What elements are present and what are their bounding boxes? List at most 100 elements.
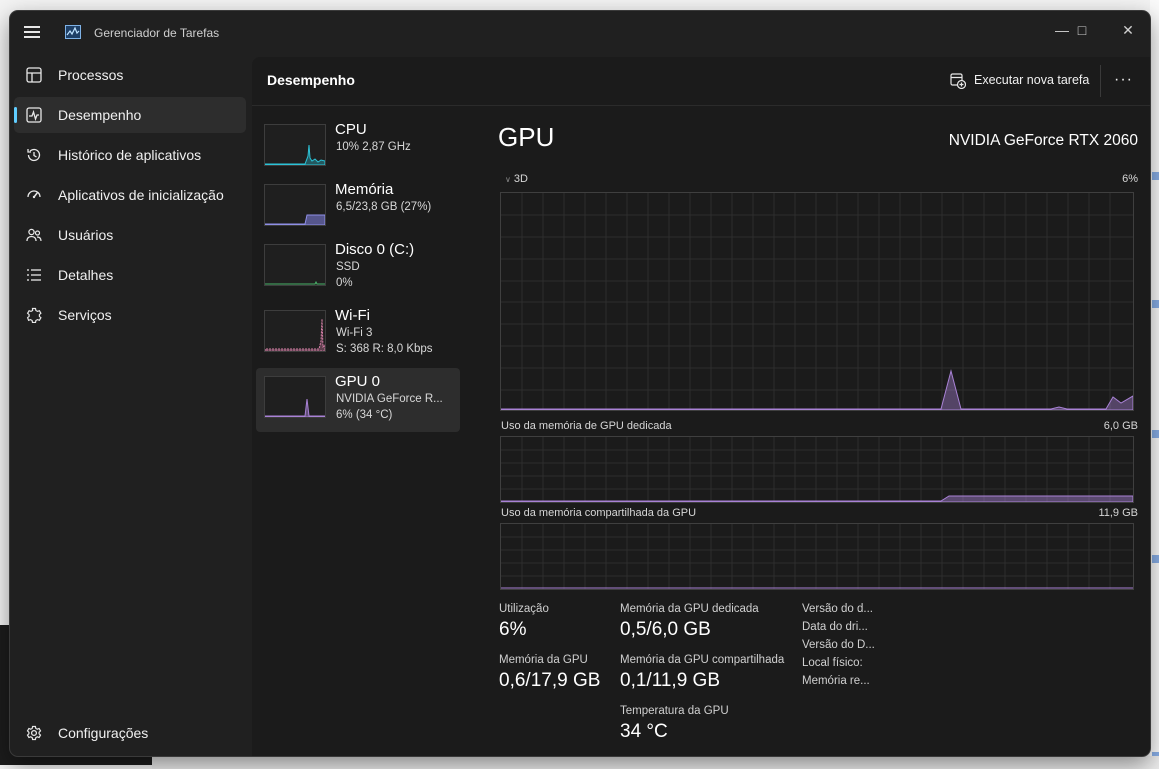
gpu-mini-graph (264, 376, 326, 418)
resource-item-gpu0[interactable]: GPU 0 NVIDIA GeForce R... 6% (34 °C) (256, 368, 460, 432)
resource-detail: 0% (336, 277, 353, 289)
resource-item-disco[interactable]: Disco 0 (C:) SSD 0% (256, 236, 460, 300)
run-task-label: Executar nova tarefa (974, 73, 1090, 87)
maximize-button[interactable]: □ (1064, 17, 1100, 43)
sidebar-item-processos[interactable]: Processos (14, 57, 246, 93)
sidebar-item-label: Serviços (58, 307, 112, 323)
shared-memory-graph (500, 523, 1134, 590)
main-header: Desempenho Executar nova tarefa ··· (252, 57, 1150, 106)
gpu-3d-graph-svg (501, 193, 1133, 410)
sidebar-item-historico[interactable]: Histórico de aplicativos (14, 137, 246, 173)
directx-version-label: Versão do D... (802, 639, 875, 651)
sidebar-item-label: Processos (58, 67, 124, 83)
title-bar: Gerenciador de Tarefas — □ ✕ (10, 11, 1150, 55)
resource-name: Disco 0 (C:) (335, 241, 415, 258)
sidebar-item-servicos[interactable]: Serviços (14, 297, 246, 333)
resource-detail: S: 368 R: 8,0 Kbps (336, 343, 433, 355)
gpu-memory-label: Memória da GPU (499, 654, 588, 666)
hamburger-menu-icon[interactable] (24, 26, 40, 38)
gpu-temperature-value: 34 °C (620, 721, 668, 742)
main-panel: Desempenho Executar nova tarefa ··· CPU … (252, 57, 1150, 756)
history-icon (27, 148, 41, 162)
resource-detail: 10% 2,87 GHz (336, 141, 411, 153)
resource-item-cpu[interactable]: CPU 10% 2,87 GHz (256, 116, 460, 180)
gpu-model-name: NVIDIA GeForce RTX 2060 (948, 132, 1138, 149)
driver-date-label: Data do dri... (802, 621, 868, 633)
gear-icon (26, 725, 42, 741)
services-icon (26, 307, 42, 323)
gpu-mini-graph-svg (265, 398, 325, 417)
shared-graph-label: Uso da memória compartilhada da GPU (501, 507, 697, 519)
resource-name: Memória (335, 181, 394, 198)
sidebar-item-inicializacao[interactable]: Aplicativos de inicialização (14, 177, 246, 213)
sidebar-item-label: Aplicativos de inicialização (58, 187, 224, 203)
dedicated-memory-graph-svg (501, 437, 1133, 502)
resource-item-wifi[interactable]: Wi-Fi Wi-Fi 3 S: 368 R: 8,0 Kbps (256, 302, 460, 366)
engine-graph-max: 6% (1122, 173, 1138, 185)
gpu-3d-graph (500, 192, 1134, 411)
resource-name: CPU (335, 121, 367, 138)
dedicated-graph-label: Uso da memória de GPU dedicada (501, 420, 672, 432)
run-task-icon (950, 73, 966, 89)
resource-detail: NVIDIA GeForce R... (336, 393, 443, 405)
sidebar-item-detalhes[interactable]: Detalhes (14, 257, 246, 293)
resource-name: Wi-Fi (335, 307, 370, 324)
dedicated-memory-label: Memória da GPU dedicada (620, 603, 759, 615)
physical-location-label: Local físico: (802, 657, 863, 669)
sidebar-nav: Processos Desempenho Histórico de aplica… (10, 55, 252, 756)
sidebar-item-usuarios[interactable]: Usuários (14, 217, 246, 253)
gpu-temperature-label: Temperatura da GPU (620, 705, 729, 717)
driver-version-label: Versão do d... (802, 603, 873, 615)
startup-icon (27, 190, 41, 199)
resource-detail: 6,5/23,8 GB (27%) (336, 201, 432, 213)
background-window-edge (1150, 0, 1159, 769)
detail-title: GPU (498, 122, 555, 152)
sidebar-item-label: Usuários (58, 227, 114, 243)
resource-detail: Wi-Fi 3 (336, 327, 373, 339)
shared-graph-max: 11,9 GB (1098, 507, 1138, 519)
details-icon (27, 269, 41, 281)
window-title: Gerenciador de Tarefas (94, 26, 220, 40)
resource-detail: 6% (34 °C) (336, 409, 393, 421)
sidebar-item-label: Configurações (58, 725, 149, 741)
cpu-mini-graph-svg (265, 144, 325, 165)
gpu-memory-value: 0,6/17,9 GB (499, 670, 601, 691)
utilization-label: Utilização (499, 603, 549, 615)
utilization-value: 6% (499, 619, 527, 640)
wifi-mini-graph-svg (265, 318, 325, 351)
chevron-down-icon: ∨ (505, 175, 511, 184)
gpu-detail-panel: GPU NVIDIA GeForce RTX 2060 ∨ 3D 6% Uso … (488, 116, 1138, 756)
page-title: Desempenho (267, 72, 355, 88)
shared-memory-label: Memória da GPU compartilhada (620, 654, 785, 666)
sidebar-item-configuracoes[interactable]: Configurações (14, 715, 246, 751)
resource-detail: SSD (336, 261, 360, 273)
memory-mini-graph (264, 184, 326, 226)
users-icon (26, 228, 42, 242)
disk-mini-graph (264, 244, 326, 286)
sidebar-item-label: Desempenho (58, 107, 142, 123)
shared-memory-value: 0,1/11,9 GB (620, 670, 720, 691)
dedicated-memory-value: 0,5/6,0 GB (620, 619, 711, 640)
resource-item-memoria[interactable]: Memória 6,5/23,8 GB (27%) (256, 176, 460, 240)
task-manager-window: Gerenciador de Tarefas — □ ✕ Processos D… (10, 11, 1150, 756)
disk-mini-graph-svg (265, 280, 325, 285)
header-divider (1100, 65, 1101, 97)
wifi-mini-graph (264, 310, 326, 352)
shared-memory-graph-svg (501, 524, 1133, 589)
dedicated-graph-max: 6,0 GB (1103, 420, 1138, 432)
dedicated-memory-graph (500, 436, 1134, 503)
engine-label: 3D (513, 173, 528, 185)
reserved-memory-label: Memória re... (802, 675, 870, 687)
memory-mini-graph-svg (265, 214, 325, 225)
processes-icon (26, 67, 42, 83)
sidebar-item-label: Detalhes (58, 267, 114, 283)
close-button[interactable]: ✕ (1110, 17, 1146, 43)
task-manager-app-icon (65, 25, 81, 39)
engine-selector[interactable]: ∨ 3D (505, 173, 528, 185)
more-options-button[interactable]: ··· (1114, 71, 1136, 91)
resource-name: GPU 0 (335, 373, 381, 390)
cpu-mini-graph (264, 124, 326, 166)
sidebar-item-label: Histórico de aplicativos (58, 147, 202, 163)
performance-icon (26, 107, 42, 123)
sidebar-item-desempenho[interactable]: Desempenho (14, 97, 246, 133)
